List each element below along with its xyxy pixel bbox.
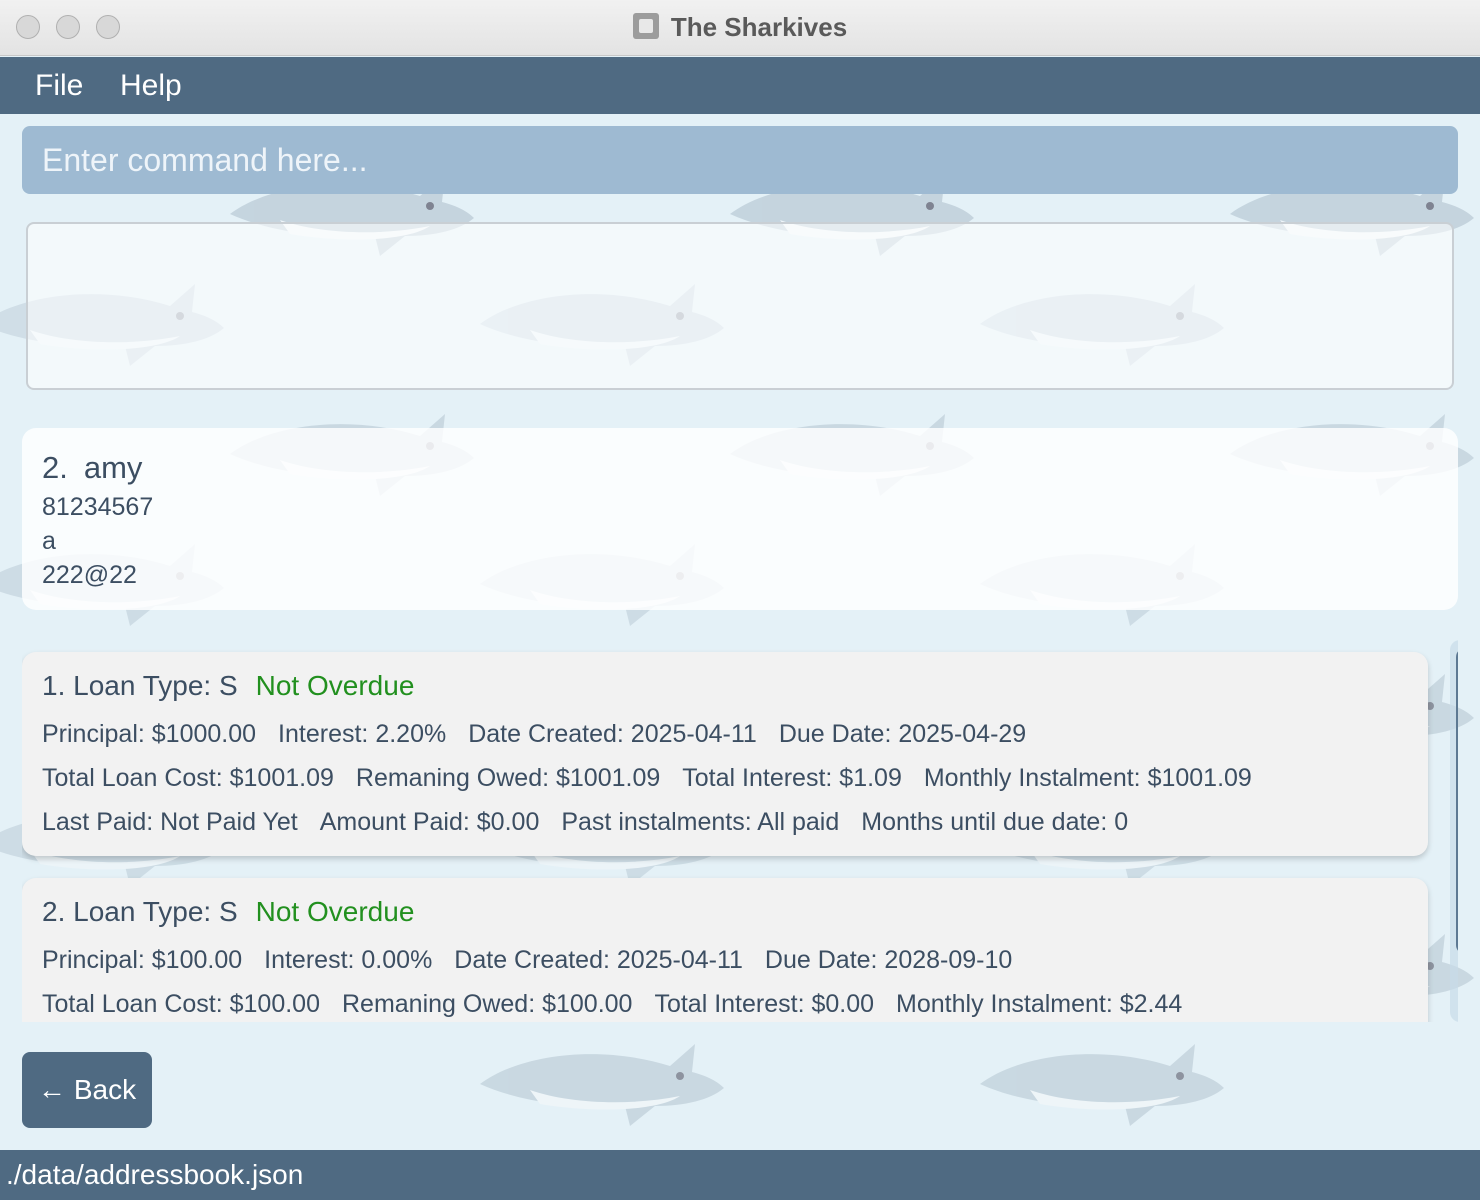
data-file-path: ./data/addressbook.json [6, 1159, 304, 1190]
loan-due-date: Due Date: 2025-04-29 [778, 720, 1027, 748]
person-address: a [42, 527, 56, 555]
menu-help[interactable]: Help [120, 69, 182, 103]
loan-title: 1. Loan Type: S [42, 670, 238, 701]
window-title-text: The Sharkives [670, 12, 848, 42]
app-icon [632, 13, 659, 39]
loan-months-until: Months until due date: 0 [861, 808, 1129, 836]
loan-monthly: Monthly Instalment: $1001.09 [923, 764, 1252, 792]
loan-list-scrollbar-thumb[interactable] [1456, 648, 1458, 954]
loan-interest: Interest: 0.00% [264, 946, 433, 974]
loan-title: 2. Loan Type: S [42, 896, 238, 927]
loan-total-cost: Total Loan Cost: $100.00 [42, 990, 320, 1018]
loan-monthly: Monthly Instalment: $2.44 [896, 990, 1183, 1018]
person-name: amy [83, 450, 143, 485]
loan-status: Not Overdue [255, 670, 415, 701]
loan-past-instalments: Past instalments: All paid [561, 808, 840, 836]
loan-list[interactable]: 1. Loan Type: S Not Overdue Principal: $1… [22, 640, 1458, 1022]
person-header: 2. amy [42, 450, 1438, 486]
loan-total-interest: Total Interest: $0.00 [654, 990, 875, 1018]
loan-principal: Principal: $1000.00 [42, 720, 257, 748]
loan-row-costs: Total Loan Cost: $100.00 Remaning Owed: $… [42, 982, 1408, 1022]
loan-row-payments: Last Paid: Not Paid Yet Amount Paid: $0.0… [42, 800, 1408, 844]
loan-row-costs: Total Loan Cost: $1001.09 Remaning Owed: … [42, 756, 1408, 800]
loan-principal: Principal: $100.00 [42, 946, 243, 974]
loan-status: Not Overdue [255, 896, 415, 927]
person-card: 2. amy 81234567 a 222@22 [22, 428, 1458, 610]
loan-card[interactable]: 2. Loan Type: S Not Overdue Principal: $1… [22, 878, 1428, 1022]
loan-total-interest: Total Interest: $1.09 [682, 764, 902, 792]
loan-remaining: Remaning Owed: $100.00 [341, 990, 633, 1018]
loan-row-terms: Principal: $1000.00 Interest: 2.20% Date C… [42, 712, 1408, 756]
loan-header: 2. Loan Type: S Not Overdue [42, 896, 1408, 928]
status-bar: ./data/addressbook.json [0, 1150, 1480, 1200]
loan-due-date: Due Date: 2028-09-10 [764, 946, 1013, 974]
loan-interest: Interest: 2.20% [278, 720, 447, 748]
menu-bar: File Help [0, 57, 1480, 114]
window-titlebar: The Sharkives [0, 0, 1480, 56]
window-title: The Sharkives [0, 12, 1480, 43]
command-input[interactable]: Enter command here... [22, 126, 1458, 194]
command-placeholder: Enter command here... [42, 142, 368, 178]
loan-date-created: Date Created: 2025-04-11 [454, 946, 743, 974]
loan-header: 1. Loan Type: S Not Overdue [42, 670, 1408, 702]
back-arrow-icon: ← [37, 1074, 66, 1105]
person-index: 2. [42, 450, 68, 485]
person-email: 222@22 [42, 561, 137, 589]
loan-last-paid: Last Paid: Not Paid Yet [42, 808, 298, 836]
loan-date-created: Date Created: 2025-04-11 [468, 720, 757, 748]
back-button-label: Back [73, 1074, 137, 1105]
loan-amount-paid: Amount Paid: $0.00 [319, 808, 540, 836]
loan-card[interactable]: 1. Loan Type: S Not Overdue Principal: $1… [22, 652, 1428, 856]
menu-file[interactable]: File [35, 69, 83, 103]
result-display[interactable] [26, 222, 1454, 390]
loan-remaining: Remaning Owed: $1001.09 [355, 764, 661, 792]
person-phone: 81234567 [42, 493, 154, 521]
loan-total-cost: Total Loan Cost: $1001.09 [42, 764, 334, 792]
loan-row-terms: Principal: $100.00 Interest: 0.00% Date Cr… [42, 938, 1408, 982]
back-button[interactable]: ← Back [22, 1052, 152, 1128]
